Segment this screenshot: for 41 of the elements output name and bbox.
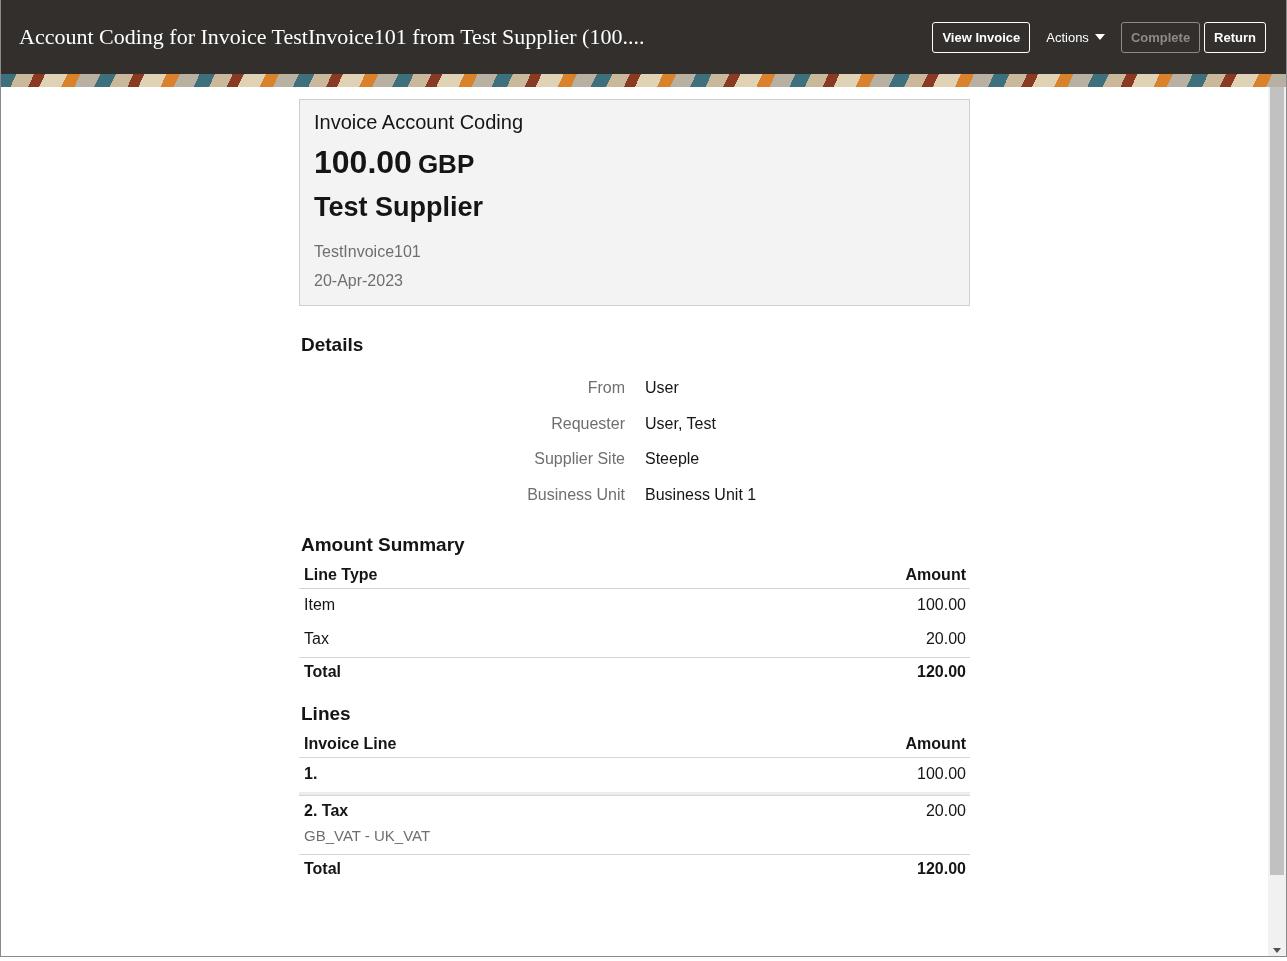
invoice-amount: 100.00 bbox=[314, 144, 412, 181]
field-label: Supplier Site bbox=[533, 449, 625, 469]
column-header: Amount bbox=[905, 735, 966, 753]
total-label: Total bbox=[304, 860, 342, 878]
column-header: Invoice Line bbox=[304, 735, 397, 753]
invoice-number: TestInvoice101 bbox=[314, 242, 422, 262]
column-header: Amount bbox=[905, 566, 966, 584]
field-label: Business Unit bbox=[526, 484, 625, 505]
actions-menu[interactable]: Actions bbox=[1034, 21, 1117, 53]
field-value: User, Test bbox=[645, 413, 717, 434]
scrollbar-thumb[interactable] bbox=[1270, 87, 1284, 875]
section-heading: Amount Summary bbox=[301, 534, 466, 556]
field-label: From bbox=[586, 378, 625, 398]
line-number: 2. Tax bbox=[304, 802, 349, 819]
field-value: Steeple bbox=[645, 449, 701, 469]
total-amount: 120.00 bbox=[917, 860, 966, 878]
supplier-name: Test Supplier bbox=[314, 192, 485, 223]
caret-icon bbox=[1094, 34, 1105, 40]
card-title: Invoice Account Coding bbox=[314, 111, 525, 134]
invoice-date: 20-Apr-2023 bbox=[314, 271, 404, 291]
line-number: 1. bbox=[304, 765, 318, 782]
field-value: User bbox=[645, 378, 680, 398]
currency-code: GBP bbox=[417, 149, 475, 180]
line-description: GB_VAT - UK_VAT bbox=[304, 827, 431, 844]
table-cell: 20.00 bbox=[925, 630, 966, 648]
table-cell: 20.00 bbox=[925, 802, 966, 820]
field-label: Requester bbox=[550, 413, 625, 434]
table-cell: 100.00 bbox=[917, 765, 966, 783]
header-button[interactable]: View Invoice bbox=[932, 21, 1031, 53]
section-heading: Lines bbox=[301, 703, 352, 725]
total-amount: 120.00 bbox=[917, 663, 966, 681]
header-button[interactable]: Return bbox=[1204, 21, 1266, 53]
table-cell: 100.00 bbox=[917, 596, 966, 614]
field-value: Business Unit 1 bbox=[645, 484, 758, 505]
scroll-down-icon[interactable] bbox=[1273, 948, 1281, 953]
section-heading: Details bbox=[301, 334, 365, 356]
column-header: Line Type bbox=[304, 566, 378, 584]
total-label: Total bbox=[304, 663, 342, 681]
table-cell: Item bbox=[304, 596, 336, 614]
page-title: Account Coding for Invoice TestInvoice101 from Test Supplier (100.... bbox=[19, 24, 646, 50]
table-cell: Tax bbox=[304, 630, 329, 648]
